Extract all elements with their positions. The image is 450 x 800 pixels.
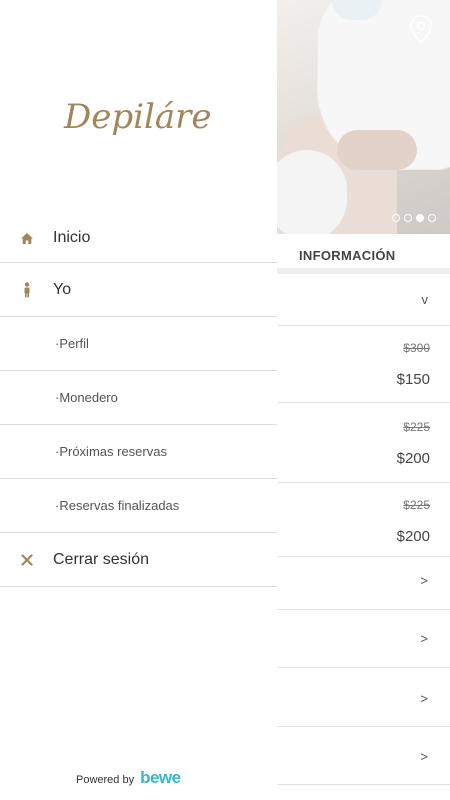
menu-item-label: ·Reservas finalizadas	[55, 498, 180, 513]
chevron-right-icon: >	[420, 631, 428, 646]
service-row[interactable]: $225 $200	[277, 403, 450, 483]
menu-item-label: ·Próximas reservas	[55, 444, 167, 459]
carousel-dots	[392, 214, 436, 222]
menu-item-perfil[interactable]: ·Perfil	[0, 317, 277, 371]
service-row[interactable]: $225 $200	[277, 483, 450, 557]
menu-item-label: Yo	[53, 280, 72, 298]
carousel-dot[interactable]	[428, 214, 436, 222]
brand-logo: Depiláre	[63, 97, 212, 137]
menu-item-reservas-finalizadas[interactable]: ·Reservas finalizadas	[0, 479, 277, 533]
list-row[interactable]: >	[277, 727, 450, 785]
list-row[interactable]: >	[277, 610, 450, 668]
menu-item-label: ·Monedero	[55, 390, 118, 405]
new-price: $200	[396, 528, 430, 545]
service-row[interactable]: $300 $150	[277, 326, 450, 403]
old-price: $225	[403, 420, 430, 434]
location-pin-icon[interactable]	[408, 14, 434, 44]
chevron-right-icon: >	[420, 573, 428, 588]
chevron-right-icon: >	[420, 749, 428, 764]
carousel-dot[interactable]	[392, 214, 400, 222]
section-title: INFORMACIÓN	[299, 248, 396, 263]
menu-item-yo[interactable]: Yo	[0, 263, 277, 317]
old-price: $225	[403, 498, 430, 512]
menu-item-inicio[interactable]: Inicio	[0, 214, 277, 263]
chevron-down-icon: v	[421, 292, 429, 307]
old-price: $300	[403, 341, 430, 355]
menu-item-proximas-reservas[interactable]: ·Próximas reservas	[0, 425, 277, 479]
svg-text:Depiláre: Depiláre	[63, 97, 212, 137]
hero-image	[277, 0, 450, 234]
powered-by-footer[interactable]: Powered by bewe	[76, 768, 181, 788]
menu-item-monedero[interactable]: ·Monedero	[0, 371, 277, 425]
list-row[interactable]: >	[277, 557, 450, 610]
collapsible-row[interactable]: v	[277, 274, 450, 326]
close-icon	[19, 552, 35, 568]
menu-item-label: Inicio	[53, 229, 91, 246]
chevron-right-icon: >	[420, 691, 428, 706]
home-icon	[19, 230, 35, 246]
menu-item-label: ·Perfil	[55, 336, 89, 351]
bewe-logo: bewe	[140, 768, 181, 787]
person-icon	[19, 281, 35, 298]
powered-by-text: Powered by	[76, 774, 135, 786]
list-row[interactable]: >	[277, 668, 450, 727]
carousel-dot-active[interactable]	[416, 214, 424, 222]
navigation-drawer: Depiláre Inicio Yo ·Perfil ·Monedero ·Pr…	[0, 0, 277, 800]
new-price: $150	[396, 371, 430, 388]
new-price: $200	[396, 450, 430, 467]
menu-item-cerrar-sesion[interactable]: Cerrar sesión	[0, 533, 277, 587]
carousel-dot[interactable]	[404, 214, 412, 222]
menu-item-label: Cerrar sesión	[53, 550, 150, 568]
